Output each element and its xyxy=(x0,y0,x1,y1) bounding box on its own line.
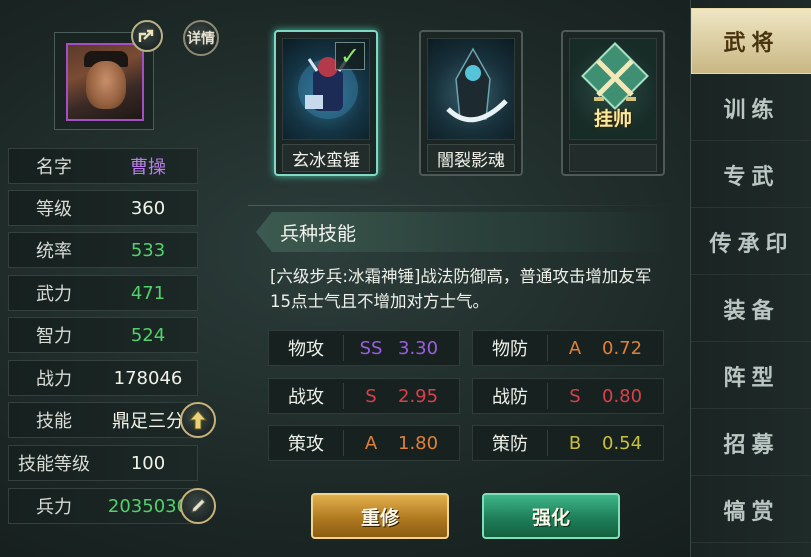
tab-equipment[interactable]: 装备 xyxy=(691,276,811,342)
troop-art: 挂帅 xyxy=(569,38,657,140)
attr-name: 物攻 xyxy=(288,339,324,360)
stat-value: 524 xyxy=(130,324,166,346)
attr-strat-def: 策防 B 0.54 xyxy=(472,425,664,461)
pencil-icon xyxy=(191,498,206,513)
stat-label: 智力 xyxy=(36,326,72,347)
stat-command: 统率 533 xyxy=(8,232,198,268)
enhance-label: 强化 xyxy=(531,506,570,529)
share-button[interactable] xyxy=(131,20,163,52)
tab-inheritance-seal[interactable]: 传承印 xyxy=(691,209,811,275)
stat-intellect: 智力 524 xyxy=(8,317,198,353)
attr-value: 2.95 xyxy=(398,385,439,407)
attr-phys-atk: 物攻 SS 3.30 xyxy=(268,330,460,366)
stat-level: 等级 360 xyxy=(8,190,198,226)
skill-upgrade-button[interactable] xyxy=(180,402,216,438)
tab-label: 犒赏 xyxy=(723,499,780,525)
attr-name: 战防 xyxy=(492,387,528,408)
tab-label: 武将 xyxy=(723,31,780,56)
general-screen: 详情 名字 曹操 等级 360 统率 533 武力 471 智力 524 战力 … xyxy=(0,0,811,557)
right-tab-bar: 武将 训练 专武 传承印 装备 阵型 招募 犒赏 xyxy=(690,0,811,557)
stat-value: 曹操 xyxy=(130,157,166,178)
troops-edit-button[interactable] xyxy=(180,488,216,524)
attr-grade: SS xyxy=(359,337,383,359)
stat-force: 武力 471 xyxy=(8,275,198,311)
stat-value: 360 xyxy=(130,197,166,219)
share-icon xyxy=(138,29,154,42)
enhance-button[interactable]: 强化 xyxy=(482,493,620,539)
attr-grade: B xyxy=(568,432,582,454)
tab-label: 招募 xyxy=(723,432,780,458)
attr-grade: A xyxy=(364,432,378,454)
attr-value: 0.80 xyxy=(602,385,643,407)
stat-value: 533 xyxy=(130,239,166,261)
tab-training[interactable]: 训练 xyxy=(691,75,811,141)
reforge-button[interactable]: 重修 xyxy=(311,493,449,539)
tab-label: 传承印 xyxy=(709,231,794,257)
shadow-blade-art xyxy=(446,47,508,123)
detail-label: 详情 xyxy=(187,31,215,47)
attr-name: 策攻 xyxy=(288,434,324,455)
attr-war-atk: 战攻 S 2.95 xyxy=(268,378,460,414)
stat-label: 兵力 xyxy=(36,497,72,518)
stat-name: 名字 曹操 xyxy=(8,148,198,184)
commander-label: 挂帅 xyxy=(593,108,632,130)
attr-value: 0.72 xyxy=(602,337,643,359)
section-title: 兵种技能 xyxy=(280,222,357,245)
troop-name: 玄冰蛮锤 xyxy=(282,144,370,172)
tab-recruit[interactable]: 招募 xyxy=(691,410,811,476)
stat-label: 等级 xyxy=(36,199,72,220)
troop-card[interactable]: 闇裂影魂 xyxy=(419,30,523,176)
portrait-face xyxy=(86,61,126,109)
troop-art: ✓ xyxy=(282,38,370,140)
reforge-label: 重修 xyxy=(360,506,399,529)
troop-card-selected[interactable]: ✓ 玄冰蛮锤 xyxy=(274,30,378,176)
attr-name: 战攻 xyxy=(288,387,324,408)
stat-value: 471 xyxy=(130,282,166,304)
attr-grade: A xyxy=(568,337,582,359)
troop-name: 闇裂影魂 xyxy=(427,144,515,172)
tab-formation[interactable]: 阵型 xyxy=(691,343,811,409)
attr-war-def: 战防 S 0.80 xyxy=(472,378,664,414)
detail-button[interactable]: 详情 xyxy=(183,20,219,56)
troop-name xyxy=(569,144,657,172)
stat-skill-level: 技能等级 100 xyxy=(8,445,198,481)
stat-label: 战力 xyxy=(36,369,72,390)
attr-value: 3.30 xyxy=(398,337,439,359)
attr-phys-def: 物防 A 0.72 xyxy=(472,330,664,366)
tab-general[interactable]: 武将 xyxy=(691,8,811,74)
stat-power: 战力 178046 xyxy=(8,360,198,396)
arrow-up-icon xyxy=(188,410,208,430)
tab-reward[interactable]: 犒赏 xyxy=(691,477,811,543)
skill-description: [六级步兵:冰霜神锤]战法防御高，普通攻击增加友军15点士气且不增加对方士气。 xyxy=(270,267,652,311)
stat-skill: 技能 鼎足三分 xyxy=(8,402,198,438)
stat-troops: 兵力 2035030 xyxy=(8,488,198,524)
stat-label: 名字 xyxy=(36,157,72,178)
general-portrait[interactable] xyxy=(66,43,144,121)
stat-label: 技能 xyxy=(36,411,72,432)
attr-grade: S xyxy=(365,385,377,407)
attr-strat-atk: 策攻 A 1.80 xyxy=(268,425,460,461)
stat-label: 统率 xyxy=(36,241,72,262)
section-divider xyxy=(248,205,688,206)
stat-value: 100 xyxy=(130,452,166,474)
tab-label: 装备 xyxy=(723,298,780,324)
section-header: 兵种技能 xyxy=(256,212,670,252)
tab-special-weapon[interactable]: 专武 xyxy=(691,142,811,208)
troop-card-commander[interactable]: 挂帅 xyxy=(561,30,665,176)
tab-label: 专武 xyxy=(723,164,780,190)
attr-grade: S xyxy=(569,385,581,407)
stat-value: 178046 xyxy=(113,367,183,389)
tab-label: 训练 xyxy=(723,97,780,123)
tab-label: 阵型 xyxy=(723,365,780,391)
attr-name: 物防 xyxy=(492,339,528,360)
stat-label: 技能等级 xyxy=(18,454,90,475)
attr-value: 1.80 xyxy=(398,432,439,454)
stat-label: 武力 xyxy=(36,284,72,305)
troop-art xyxy=(427,38,515,140)
attr-value: 0.54 xyxy=(602,432,643,454)
attr-name: 策防 xyxy=(492,434,528,455)
checkmark-icon: ✓ xyxy=(335,42,365,70)
